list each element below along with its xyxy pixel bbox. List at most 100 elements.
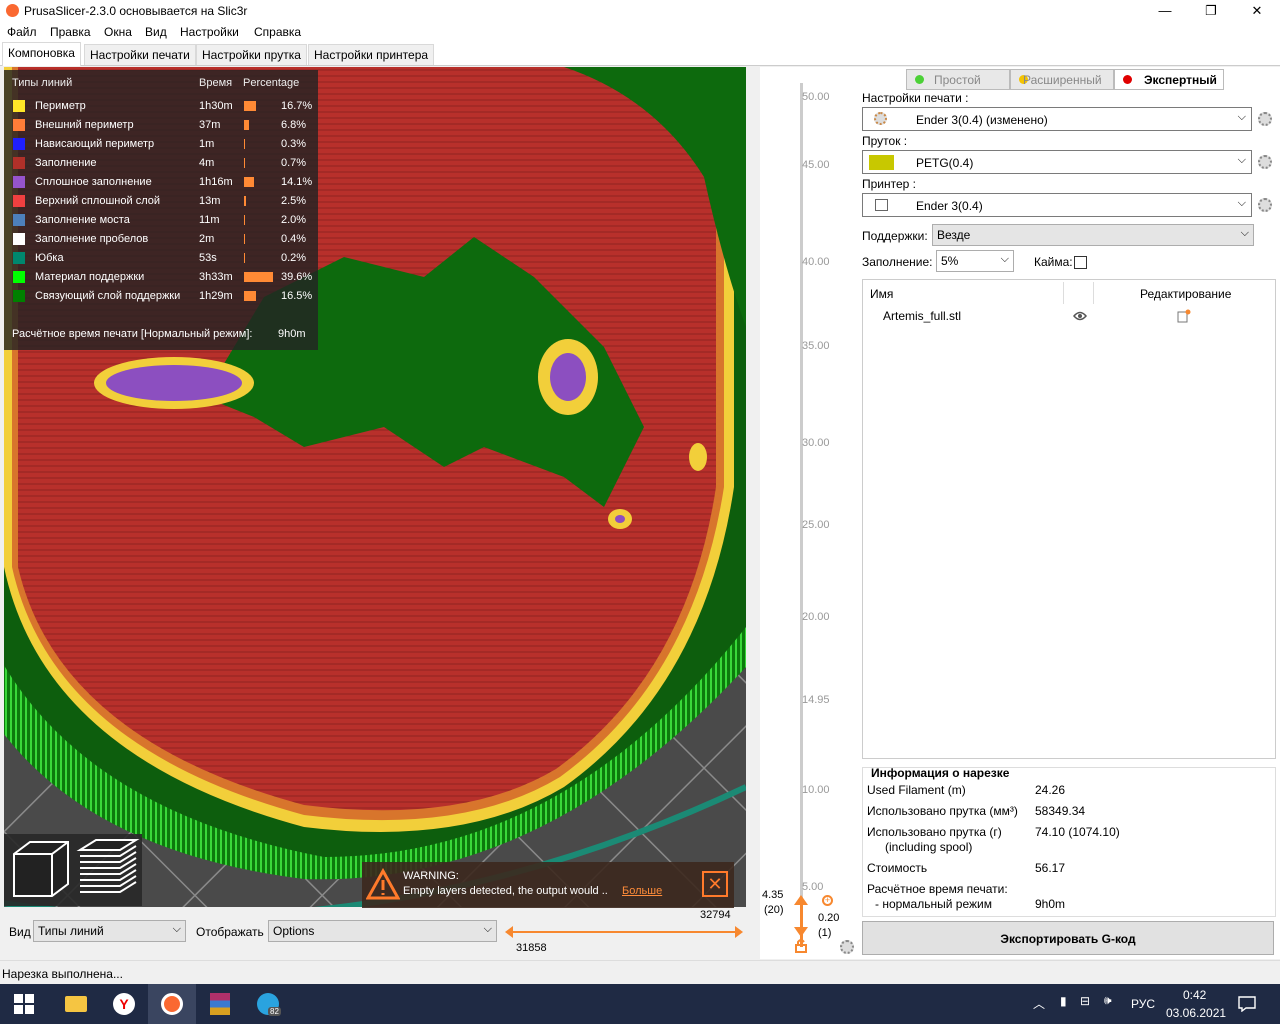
layer-tick: 35.00 bbox=[802, 340, 830, 352]
legend-row[interactable]: Заполнение моста 11m 2.0% bbox=[4, 212, 318, 230]
printer-preset-value: Ender 3(0.4) bbox=[916, 199, 983, 213]
lock-icon[interactable] bbox=[794, 939, 808, 953]
preview-bottom-bar: Вид Типы линий ⌵ Отображать Options ⌵ 32… bbox=[0, 908, 748, 958]
menu-file[interactable]: Файл bbox=[7, 25, 37, 39]
legend-percentage: 14.1% bbox=[281, 176, 313, 188]
print-preset-value: Ender 3(0.4) (изменено) bbox=[916, 113, 1048, 127]
view-type-select[interactable]: Типы линий ⌵ bbox=[33, 920, 186, 942]
status-text: Нарезка выполнена... bbox=[2, 967, 123, 981]
menu-view[interactable]: Вид bbox=[145, 25, 167, 39]
volume-icon[interactable]: 🕪 bbox=[1104, 993, 1112, 1008]
upper-thumb-icon[interactable] bbox=[794, 895, 808, 905]
close-button[interactable]: ✕ bbox=[1234, 0, 1280, 22]
object-list-header-name: Имя bbox=[870, 287, 894, 301]
slice-info-panel: Информация о нарезке Used Filament (m) 2… bbox=[862, 766, 1276, 917]
legend-percentage-bar bbox=[244, 177, 255, 187]
supports-select[interactable]: Везде ⌵ bbox=[932, 224, 1254, 246]
legend-percentage: 0.2% bbox=[281, 252, 307, 264]
file-explorer-icon[interactable] bbox=[52, 984, 100, 1024]
slice-info-value: 9h0m bbox=[1035, 897, 1066, 911]
menu-settings[interactable]: Настройки bbox=[180, 25, 239, 39]
layer-tick: 14.95 bbox=[802, 694, 830, 706]
language-indicator[interactable]: РУС bbox=[1131, 997, 1155, 1011]
3d-view-icon[interactable] bbox=[13, 841, 69, 897]
legend-row[interactable]: Материал поддержки 3h33m 39.6% bbox=[4, 269, 318, 287]
gear-icon[interactable] bbox=[1258, 198, 1272, 212]
telegram-icon[interactable]: 82 bbox=[244, 984, 292, 1024]
legend-row[interactable]: Заполнение 4m 0.7% bbox=[4, 155, 318, 173]
tab-filament-settings[interactable]: Настройки прутка bbox=[196, 44, 307, 65]
legend-line-type: Внешний периметр bbox=[35, 119, 134, 131]
show-options-select[interactable]: Options ⌵ bbox=[268, 920, 497, 942]
yandex-browser-icon[interactable]: Y bbox=[100, 984, 148, 1024]
layer-tick: 30.00 bbox=[802, 437, 830, 449]
legend-percentage-bar bbox=[244, 101, 257, 111]
maximize-button[interactable]: ❐ bbox=[1188, 0, 1234, 22]
prusaslicer-taskbar-icon[interactable] bbox=[148, 984, 196, 1024]
gear-icon[interactable] bbox=[1258, 112, 1272, 126]
legend-percentage-bar bbox=[244, 120, 249, 130]
legend-row[interactable]: Внешний периметр 37m 6.8% bbox=[4, 117, 318, 135]
layer-tick: 50.00 bbox=[802, 91, 830, 103]
telegram-badge: 82 bbox=[268, 1007, 281, 1016]
tab-print-settings[interactable]: Настройки печати bbox=[84, 44, 196, 65]
mode-expert-button[interactable]: Экспертный bbox=[1114, 69, 1224, 90]
eye-icon[interactable] bbox=[1073, 311, 1087, 321]
warning-close-button[interactable]: ✕ bbox=[702, 871, 728, 897]
layer-tick: 45.00 bbox=[802, 159, 830, 171]
legend-row[interactable]: Юбка 53s 0.2% bbox=[4, 250, 318, 268]
legend-row[interactable]: Связующий слой поддержки 1h29m 16.5% bbox=[4, 288, 318, 306]
tray-chevron-up-icon[interactable]: ︿ bbox=[1033, 995, 1045, 1012]
legend-percentage: 16.5% bbox=[281, 290, 313, 302]
edit-object-icon[interactable] bbox=[1177, 309, 1191, 323]
legend-row[interactable]: Сплошное заполнение 1h16m 14.1% bbox=[4, 174, 318, 192]
legend-line-type: Материал поддержки bbox=[35, 271, 145, 283]
chevron-down-icon: ⌵ bbox=[172, 923, 181, 935]
gear-icon[interactable] bbox=[1258, 155, 1272, 169]
winrar-icon[interactable] bbox=[196, 984, 244, 1024]
microphone-icon[interactable]: ▮ bbox=[1060, 994, 1067, 1008]
filament-preset-value: PETG(0.4) bbox=[916, 156, 974, 170]
layers-view-icon[interactable] bbox=[76, 839, 140, 893]
legend-row[interactable]: Верхний сплошной слой 13m 2.5% bbox=[4, 193, 318, 211]
printer-preset-select[interactable]: Ender 3(0.4) ⌵ bbox=[862, 193, 1252, 217]
clock-date[interactable]: 03.06.2021 bbox=[1166, 1006, 1226, 1020]
minimize-button[interactable]: — bbox=[1142, 0, 1188, 22]
menu-windows[interactable]: Окна bbox=[104, 25, 132, 39]
tab-plater[interactable]: Компоновка bbox=[2, 42, 81, 66]
legend-color-swatch bbox=[13, 233, 25, 245]
legend-row[interactable]: Периметр 1h30m 16.7% bbox=[4, 98, 318, 116]
legend-row[interactable]: Нависающий периметр 1m 0.3% bbox=[4, 136, 318, 154]
legend-percentage: 39.6% bbox=[281, 271, 313, 283]
filament-preset-select[interactable]: PETG(0.4) ⌵ bbox=[862, 150, 1252, 174]
mode-simple-button[interactable]: Простой bbox=[906, 69, 1010, 90]
brim-checkbox[interactable] bbox=[1074, 256, 1087, 269]
lower-thumb-icon[interactable] bbox=[794, 927, 808, 937]
gear-icon[interactable] bbox=[840, 940, 854, 954]
hslider-left-value: 31858 bbox=[516, 942, 547, 954]
horizontal-move-slider[interactable] bbox=[505, 922, 745, 942]
add-color-change-icon[interactable]: + bbox=[822, 895, 833, 906]
network-icon[interactable]: ⊟ bbox=[1080, 994, 1090, 1008]
legend-time: 3h33m bbox=[199, 271, 233, 283]
infill-select[interactable]: 5% ⌵ bbox=[936, 250, 1014, 272]
mode-advanced-button[interactable]: Расширенный bbox=[1010, 69, 1114, 90]
legend-color-swatch bbox=[13, 157, 25, 169]
legend-row[interactable]: Заполнение пробелов 2m 0.4% bbox=[4, 231, 318, 249]
notifications-icon[interactable] bbox=[1238, 996, 1256, 1012]
legend-color-swatch bbox=[13, 290, 25, 302]
export-gcode-button[interactable]: Экспортировать G-код bbox=[862, 921, 1274, 955]
menu-help[interactable]: Справка bbox=[254, 25, 301, 39]
warning-more-link[interactable]: Больше bbox=[622, 885, 662, 897]
windows-start-icon[interactable] bbox=[14, 994, 34, 1014]
legend-percentage: 0.4% bbox=[281, 233, 307, 245]
object-row[interactable]: Artemis_full.stl bbox=[863, 306, 1275, 326]
clock-time[interactable]: 0:42 bbox=[1183, 988, 1206, 1002]
object-list-header-edit: Редактирование bbox=[1140, 287, 1232, 301]
tab-printer-settings[interactable]: Настройки принтера bbox=[308, 44, 435, 65]
layer-slider[interactable]: 50.00 45.00 40.00 35.00 30.00 25.00 20.0… bbox=[760, 67, 860, 959]
print-preset-select[interactable]: Ender 3(0.4) (изменено) ⌵ bbox=[862, 107, 1252, 131]
menu-edit[interactable]: Правка bbox=[50, 25, 91, 39]
legend-color-swatch bbox=[13, 176, 25, 188]
object-name: Artemis_full.stl bbox=[883, 309, 962, 323]
